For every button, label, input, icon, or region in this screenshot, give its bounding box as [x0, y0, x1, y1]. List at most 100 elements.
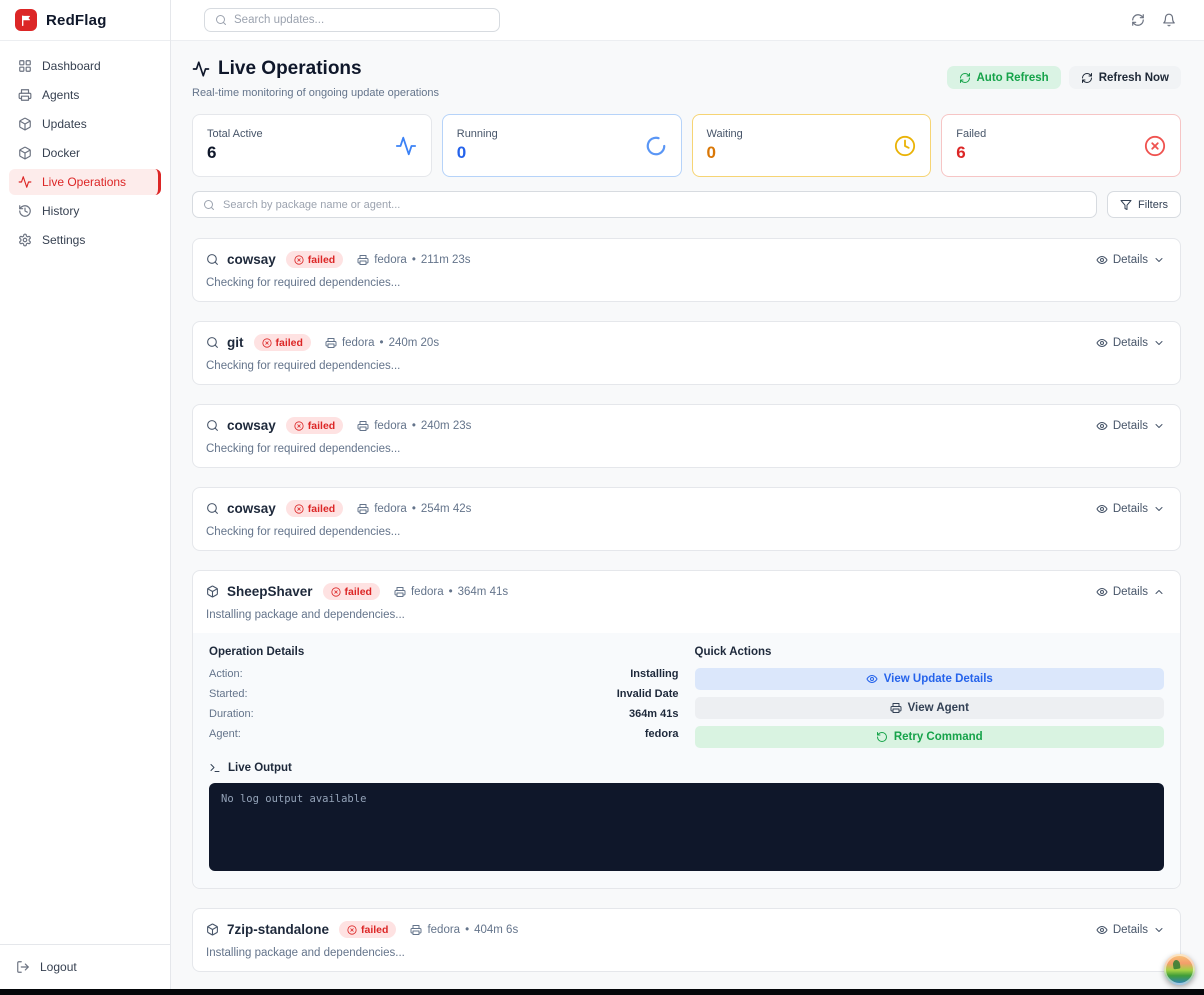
app-logo: RedFlag — [0, 0, 170, 41]
duration: 240m 23s — [421, 420, 472, 432]
detail-label: Started: — [209, 688, 248, 700]
sidebar-item-history[interactable]: History — [9, 198, 161, 224]
operation-meta: fedora • 240m 20s — [325, 337, 439, 349]
retry-icon — [876, 731, 888, 743]
details-label: Details — [1113, 420, 1148, 432]
eye-icon — [1096, 586, 1108, 598]
logout-icon — [16, 960, 30, 974]
view-agent-button[interactable]: View Agent — [695, 697, 1165, 719]
chevron-down-icon — [1153, 503, 1165, 515]
history-icon — [18, 204, 32, 218]
operation-meta: fedora • 211m 23s — [357, 254, 470, 266]
agent-icon — [410, 924, 422, 936]
status-badge-label: failed — [308, 254, 335, 266]
status-badge: failed — [286, 417, 343, 434]
grid-icon — [18, 59, 32, 73]
details-label: Details — [1113, 586, 1148, 598]
agent-name: fedora — [374, 503, 407, 515]
details-button[interactable]: Details — [1096, 924, 1165, 936]
detail-row: Duration: 364m 41s — [209, 708, 679, 720]
global-search-input[interactable] — [234, 14, 489, 26]
refresh-icon[interactable] — [1131, 13, 1145, 27]
x-circle-icon — [347, 925, 357, 935]
island-emoji-button[interactable] — [1164, 954, 1195, 985]
sidebar-item-label: Agents — [42, 88, 79, 102]
sidebar-item-label: Settings — [42, 233, 85, 247]
sidebar-item-docker[interactable]: Docker — [9, 140, 161, 166]
operation-meta: fedora • 240m 23s — [357, 420, 471, 432]
agent-name: fedora — [427, 924, 460, 936]
retry-command-button[interactable]: Retry Command — [695, 726, 1165, 748]
search-icon — [206, 502, 219, 515]
terminal-text: No log output available — [221, 793, 1152, 805]
stat-value: 6 — [207, 143, 263, 163]
details-button[interactable]: Details — [1096, 586, 1165, 598]
operation-head: cowsay failed fedora • 240m 23s Details — [193, 405, 1180, 434]
app-name: RedFlag — [46, 12, 107, 29]
package-icon — [206, 923, 219, 936]
status-badge-label: failed — [345, 586, 372, 598]
refresh-now-button[interactable]: Refresh Now — [1069, 66, 1181, 89]
details-button[interactable]: Details — [1096, 254, 1165, 266]
filters-button[interactable]: Filters — [1107, 191, 1181, 218]
search-icon — [206, 336, 219, 349]
eye-icon — [1096, 503, 1108, 515]
bullet-separator: • — [380, 337, 384, 349]
operation-details-title: Operation Details — [209, 646, 679, 658]
terminal-icon — [209, 762, 221, 774]
sidebar-item-live-operations[interactable]: Live Operations — [9, 169, 161, 195]
agent-name: fedora — [342, 337, 375, 349]
operation-meta: fedora • 254m 42s — [357, 503, 471, 515]
flag-icon — [15, 9, 37, 31]
auto-refresh-label: Auto Refresh — [977, 72, 1049, 84]
x-circle-icon — [294, 504, 304, 514]
search-icon — [203, 199, 215, 211]
package-icon — [18, 117, 32, 131]
auto-refresh-button[interactable]: Auto Refresh — [947, 66, 1061, 89]
search-icon — [206, 419, 219, 432]
stat-card-total-active: Total Active 6 — [192, 114, 432, 177]
topbar-actions — [1131, 13, 1176, 27]
sidebar-item-updates[interactable]: Updates — [9, 111, 161, 137]
view-update-details-button[interactable]: View Update Details — [695, 668, 1165, 690]
sidebar-item-label: Docker — [42, 146, 80, 160]
details-button[interactable]: Details — [1096, 337, 1165, 349]
filter-icon — [1120, 199, 1132, 211]
activity-icon — [192, 60, 210, 78]
stat-card-waiting: Waiting 0 — [692, 114, 932, 177]
sidebar-item-agents[interactable]: Agents — [9, 82, 161, 108]
operation-name: cowsay — [227, 501, 276, 516]
operation-card: cowsay failed fedora • 240m 23s Details — [192, 404, 1181, 468]
x-circle-icon — [331, 587, 341, 597]
x-circle-icon — [1144, 135, 1166, 157]
stat-value: 0 — [457, 143, 498, 163]
package-icon — [206, 585, 219, 598]
operation-card: 7zip-standalone failed fedora • 404m 6s … — [192, 908, 1181, 972]
sidebar-item-dashboard[interactable]: Dashboard — [9, 53, 161, 79]
details-button[interactable]: Details — [1096, 420, 1165, 432]
duration: 364m 41s — [458, 586, 509, 598]
app-window: RedFlag Dashboard Agents Updates Docker … — [0, 0, 1204, 989]
logout-button[interactable]: Logout — [0, 944, 170, 989]
operations-list: cowsay failed fedora • 211m 23s Details — [192, 238, 1181, 972]
package-search-input[interactable] — [223, 199, 1086, 211]
stat-card-failed: Failed 6 — [941, 114, 1181, 177]
status-badge: failed — [323, 583, 380, 600]
details-button[interactable]: Details — [1096, 503, 1165, 515]
details-label: Details — [1113, 924, 1148, 936]
view-update-details-label: View Update Details — [884, 673, 993, 685]
operation-name: SheepShaver — [227, 584, 313, 599]
sidebar-item-label: Updates — [42, 117, 87, 131]
stat-value: 0 — [707, 143, 743, 163]
bell-icon[interactable] — [1162, 13, 1176, 27]
package-icon — [18, 146, 32, 160]
operation-message: Checking for required dependencies... — [193, 351, 1180, 384]
eye-icon — [1096, 420, 1108, 432]
operation-head: SheepShaver failed fedora • 364m 41s Det… — [193, 571, 1180, 600]
spinner-icon — [645, 135, 667, 157]
activity-icon — [18, 175, 32, 189]
detail-label: Action: — [209, 668, 243, 680]
operation-head: cowsay failed fedora • 254m 42s Details — [193, 488, 1180, 517]
sidebar-spacer — [0, 268, 170, 944]
sidebar-item-settings[interactable]: Settings — [9, 227, 161, 253]
